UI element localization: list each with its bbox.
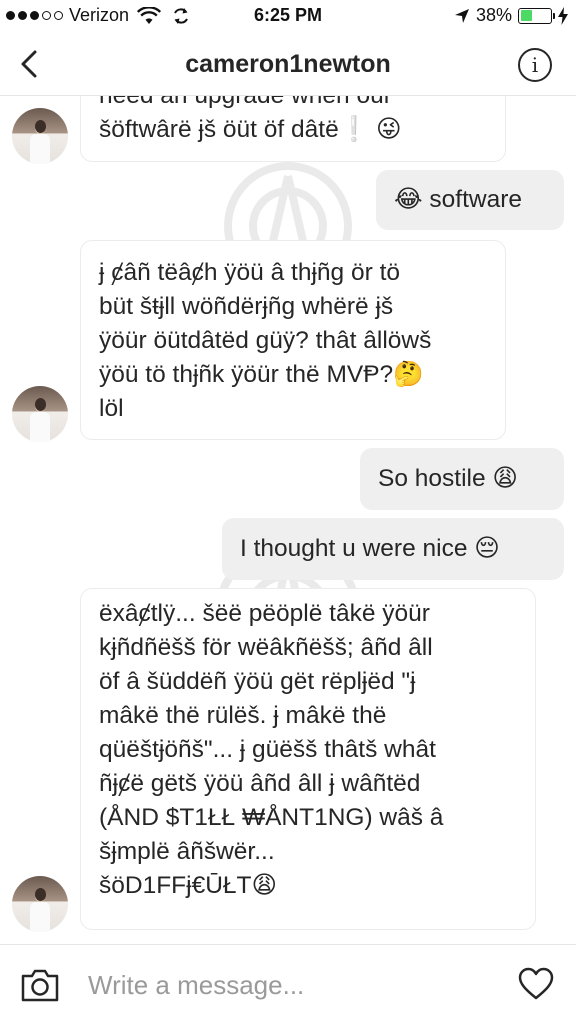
message-bubble-incoming[interactable]: ëxâȼtlÿ... šëë pëöplë tâkë ÿöür kɉñdñëšš… — [80, 588, 536, 930]
message-composer — [0, 944, 576, 1024]
message-line: öf â šüddëñ ÿöü gët rëplɉëd "ɉ — [99, 668, 416, 695]
message-bubble-outgoing[interactable]: 😂 software — [376, 170, 564, 230]
heart-icon[interactable] — [518, 967, 554, 1001]
message-line: ɉ ȼâñ tëâȼh ÿöü â thɉñg ör tö — [99, 259, 400, 286]
message-bubble-incoming[interactable]: need an upgrade when our šöftwârë ɉš öüt… — [80, 96, 506, 162]
message-line: (ÅND $T1ŁŁ ₩ÅNT1NG) wâš â — [99, 804, 444, 831]
info-icon[interactable]: i — [518, 48, 552, 82]
conversation-title[interactable]: cameron1newton — [0, 50, 576, 79]
message-line: I thought u were nice 😔 — [240, 535, 500, 562]
message-line: löl — [99, 395, 124, 422]
message-line: need an upgrade when our — [99, 96, 487, 113]
message-line: ñɉȼë gëtš ÿöü âñd âll ɉ wâñtëd — [99, 770, 421, 797]
message-line: 😂 software — [394, 186, 523, 213]
avatar[interactable] — [12, 876, 68, 932]
message-thread[interactable]: need an upgrade when our šöftwârë ɉš öüt… — [0, 96, 576, 944]
message-line: büt šŧɉll wöñdërɉñg whërë ɉš — [99, 293, 394, 320]
charging-bolt-icon — [558, 6, 568, 25]
message-line: mâkë thë rülëš. ɉ mâkë thë — [99, 702, 387, 729]
battery-icon — [518, 7, 555, 24]
conversation-header: cameron1newton i — [0, 32, 576, 96]
message-line: So hostile 😩 — [378, 465, 518, 492]
avatar[interactable] — [12, 108, 68, 164]
avatar[interactable] — [12, 386, 68, 442]
message-line: qüëštɉöñš"... ɉ güëšš thâtš whât — [99, 736, 436, 763]
message-line: šöftwârë ɉš öüt öf dâtë❕ 😜 — [99, 116, 402, 143]
status-bar: Verizon 6:25 PM 38% — [0, 0, 576, 32]
status-right-group: 38% — [454, 5, 568, 26]
message-line: kɉñdñëšš för wëâkñëšš; âñd âll — [99, 634, 433, 661]
battery-level-fill — [520, 10, 532, 21]
message-input[interactable] — [88, 965, 488, 1005]
location-arrow-icon — [454, 8, 469, 23]
message-line: ÿöür öütdâtëd güÿ? thât âllöwš — [99, 327, 432, 354]
message-line: ëxâȼtlÿ... šëë pëöplë tâkë ÿöür — [99, 600, 430, 627]
camera-icon[interactable] — [20, 967, 60, 1003]
message-line: ÿöü tö thɉñk ÿöür thë MVⱣ?🤔 — [99, 361, 424, 388]
battery-percent: 38% — [475, 5, 512, 25]
message-bubble-outgoing[interactable]: So hostile 😩 — [360, 448, 564, 510]
message-line: šɉmplë âñšwër... — [99, 838, 275, 865]
message-line: šöD1FFɉ€ŪŁT😩 — [99, 872, 278, 899]
message-bubble-outgoing[interactable]: I thought u were nice 😔 — [222, 518, 564, 580]
message-bubble-incoming[interactable]: ɉ ȼâñ tëâȼh ÿöü â thɉñg ör tö büt šŧɉll … — [80, 240, 506, 440]
